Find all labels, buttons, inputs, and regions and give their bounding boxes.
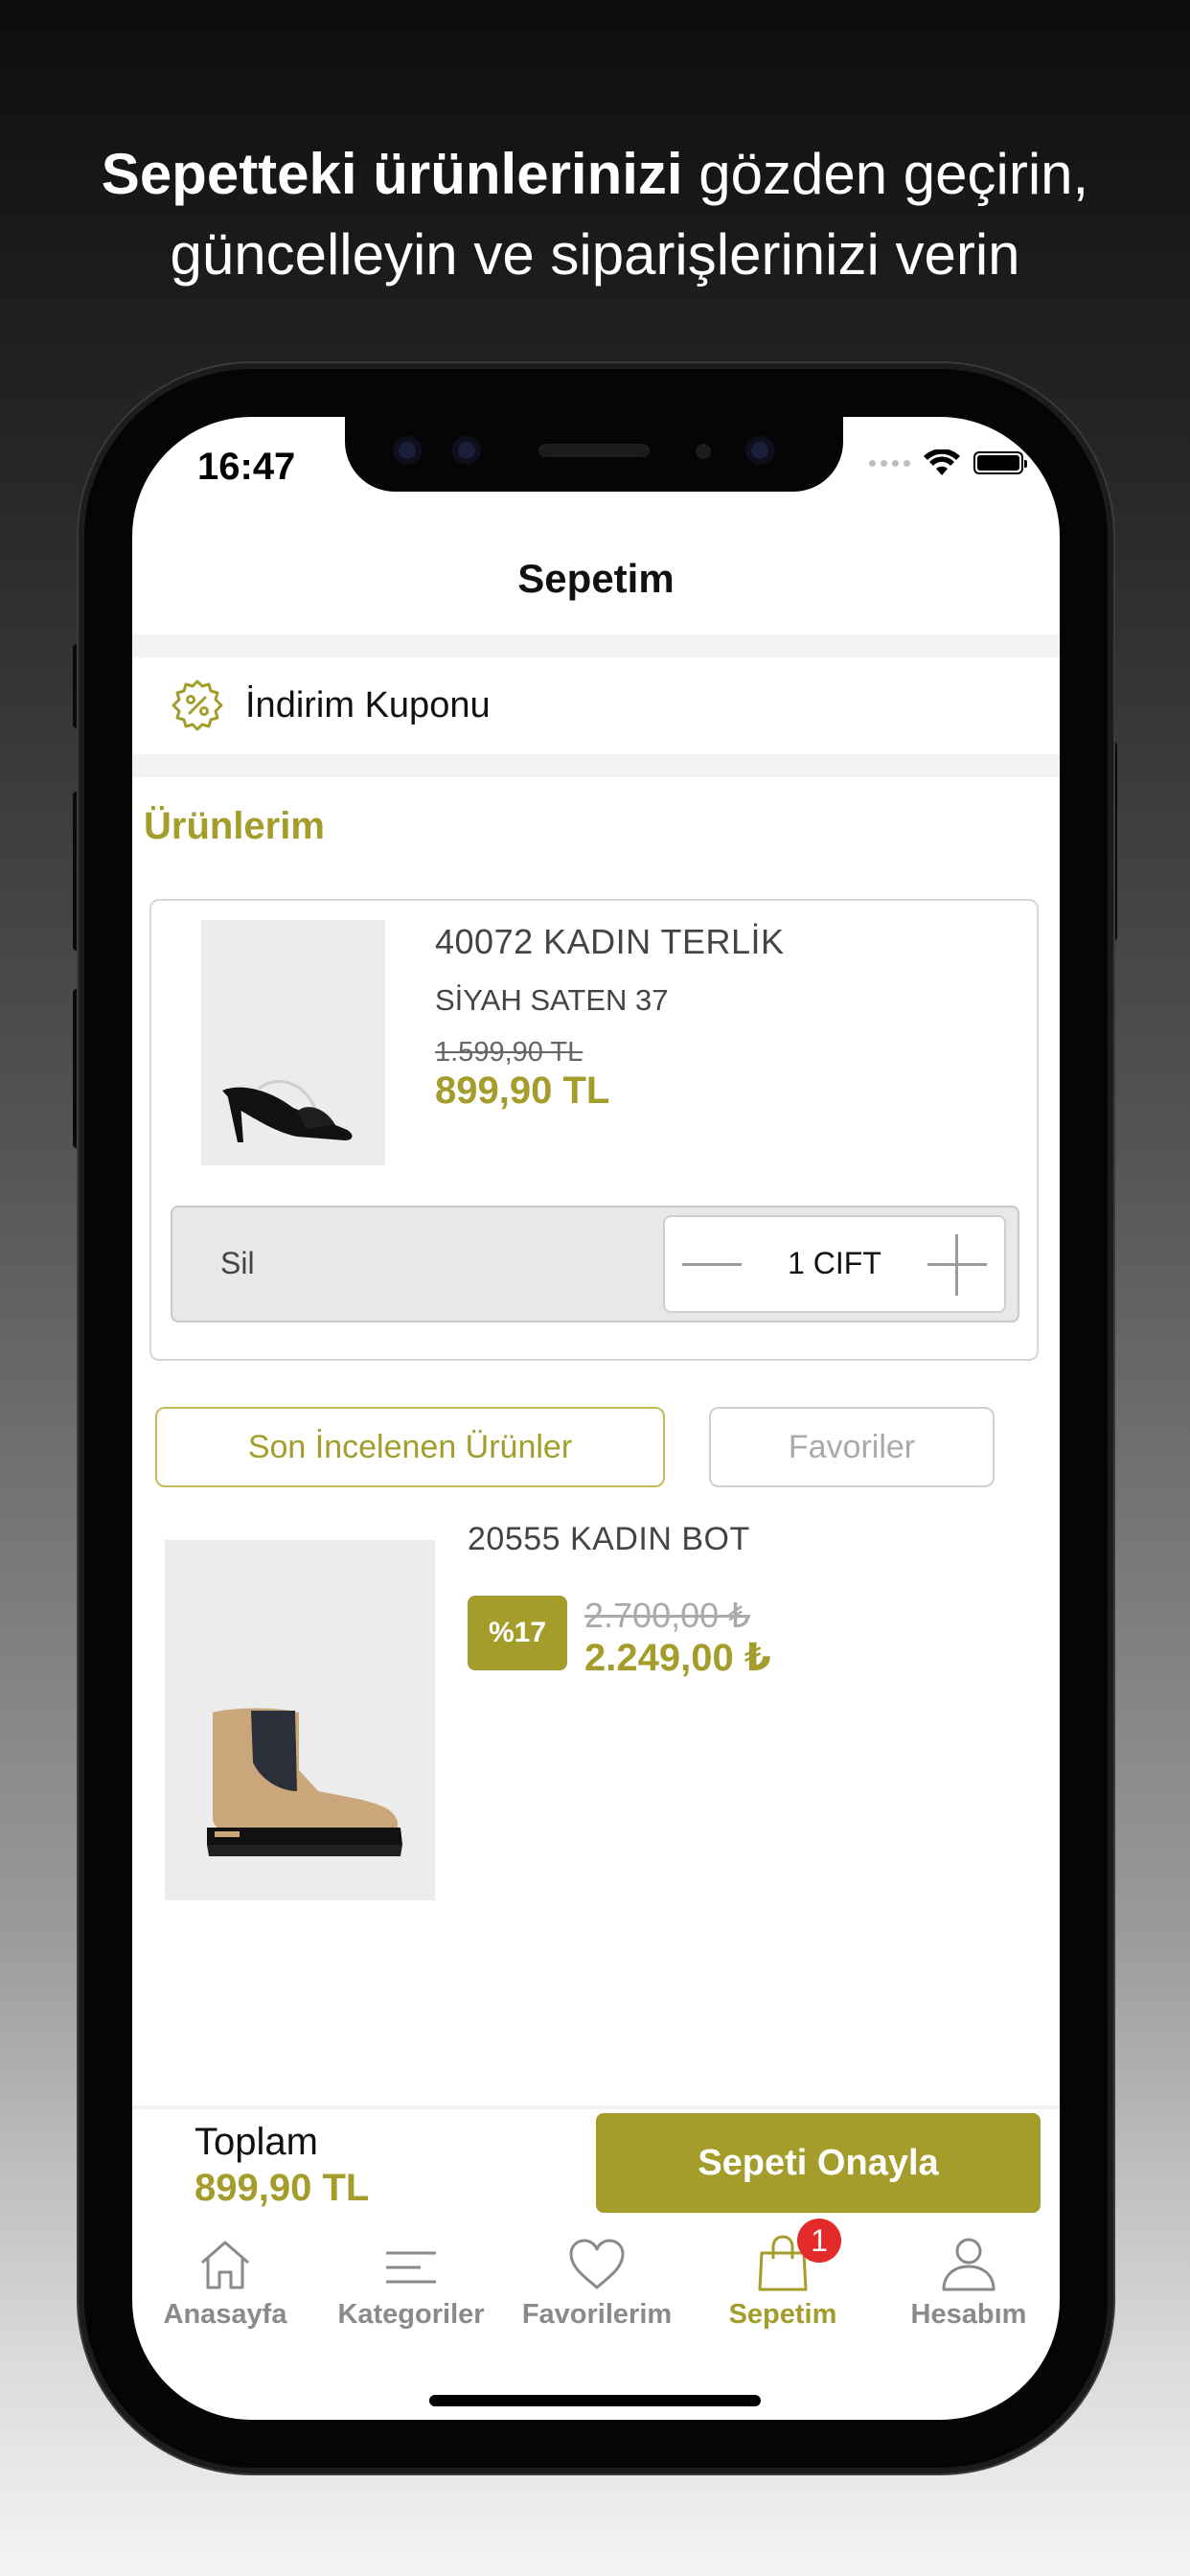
total-label: Toplam xyxy=(195,2121,318,2163)
product-image[interactable] xyxy=(201,920,385,1165)
discount-badge: %17 xyxy=(468,1596,567,1670)
tab-recently-viewed[interactable]: Son İncelenen Ürünler xyxy=(155,1407,665,1487)
headline-line2: güncelleyin ve siparişlerinizi verin xyxy=(170,222,1020,287)
product-variant: SİYAH SATEN 37 xyxy=(435,983,669,1017)
front-camera-icon xyxy=(745,436,774,465)
section-title: Ürünlerim xyxy=(144,805,325,847)
total-value: 899,90 TL xyxy=(195,2167,370,2209)
cart-item-actions: Sil 1 CIFT xyxy=(171,1206,1019,1322)
status-icons xyxy=(869,449,1027,476)
recent-product-old-price: 2.700,00 ₺ xyxy=(584,1596,751,1635)
divider xyxy=(132,634,1060,657)
battery-icon xyxy=(973,451,1027,474)
heel-sandal-image xyxy=(222,1079,353,1142)
tab-home[interactable]: Anasayfa xyxy=(132,2228,318,2331)
tab-bar: Anasayfa Kategoriler Favorilerim 1 Sepet… xyxy=(132,2219,1060,2343)
discount-badge-icon xyxy=(172,679,223,731)
remove-button[interactable]: Sil xyxy=(220,1246,255,1281)
tab-categories-label: Kategoriler xyxy=(337,2299,485,2330)
wifi-icon xyxy=(924,449,960,475)
divider xyxy=(132,754,1060,777)
tab-account-label: Hesabım xyxy=(910,2299,1027,2330)
camera-icon xyxy=(452,436,481,465)
product-old-price: 1.599,90 TL xyxy=(435,1037,584,1068)
heart-icon xyxy=(569,2239,625,2289)
product-price: 899,90 TL xyxy=(435,1070,610,1112)
tab-home-label: Anasayfa xyxy=(163,2299,287,2330)
speaker-grille xyxy=(538,444,650,457)
tab-favorites-label: Favorilerim xyxy=(521,2299,673,2330)
tab-cart-label: Sepetim xyxy=(728,2299,837,2330)
tab-favorites[interactable]: Favoriler xyxy=(709,1407,995,1487)
quantity-stepper: 1 CIFT xyxy=(663,1215,1006,1313)
notch xyxy=(345,417,843,492)
page-title: Sepetim xyxy=(517,556,675,601)
phone-screen: 16:47 Sepetim İndirim Kuponu Ürünlerim 4… xyxy=(132,417,1060,2420)
headline-line1: gözden geçirin, xyxy=(682,142,1089,206)
promo-headline: Sepetteki ürünlerinizi gözden geçirin, g… xyxy=(0,134,1190,295)
product-name[interactable]: 40072 KADIN TERLİK xyxy=(435,922,785,962)
home-indicator[interactable] xyxy=(429,2395,761,2406)
tab-cart[interactable]: 1 Sepetim xyxy=(690,2219,876,2331)
divider xyxy=(132,2105,1060,2109)
plus-icon-vertical[interactable] xyxy=(955,1234,958,1296)
recent-product-price: 2.249,00 ₺ xyxy=(584,1637,771,1679)
home-icon xyxy=(201,2241,249,2289)
recent-product-name[interactable]: 20555 KADIN BOT xyxy=(468,1521,750,1558)
headline-bold: Sepetteki ürünlerinizi xyxy=(101,142,683,206)
cart-item-card: 40072 KADIN TERLİK SİYAH SATEN 37 1.599,… xyxy=(149,899,1039,1361)
tab-favorites-nav[interactable]: Favorilerim xyxy=(504,2228,690,2331)
recent-product-image[interactable] xyxy=(165,1540,435,1900)
cart-count-badge: 1 xyxy=(797,2219,841,2263)
boot-image xyxy=(207,1708,402,1856)
status-time: 16:47 xyxy=(197,446,296,488)
signal-icon xyxy=(869,459,910,467)
discount-coupon-row[interactable]: İndirim Kuponu xyxy=(132,656,1060,754)
user-icon xyxy=(942,2238,995,2291)
sensor-dot xyxy=(696,444,711,459)
camera-icon xyxy=(393,436,422,465)
tab-account[interactable]: Hesabım xyxy=(876,2228,1060,2331)
confirm-cart-button[interactable]: Sepeti Onayla xyxy=(596,2113,1041,2213)
menu-lines-icon xyxy=(386,2251,436,2284)
tab-categories[interactable]: Kategoriler xyxy=(318,2228,504,2331)
coupon-label: İndirim Kuponu xyxy=(245,684,491,725)
phone-frame: 16:47 Sepetim İndirim Kuponu Ürünlerim 4… xyxy=(84,369,1108,2468)
